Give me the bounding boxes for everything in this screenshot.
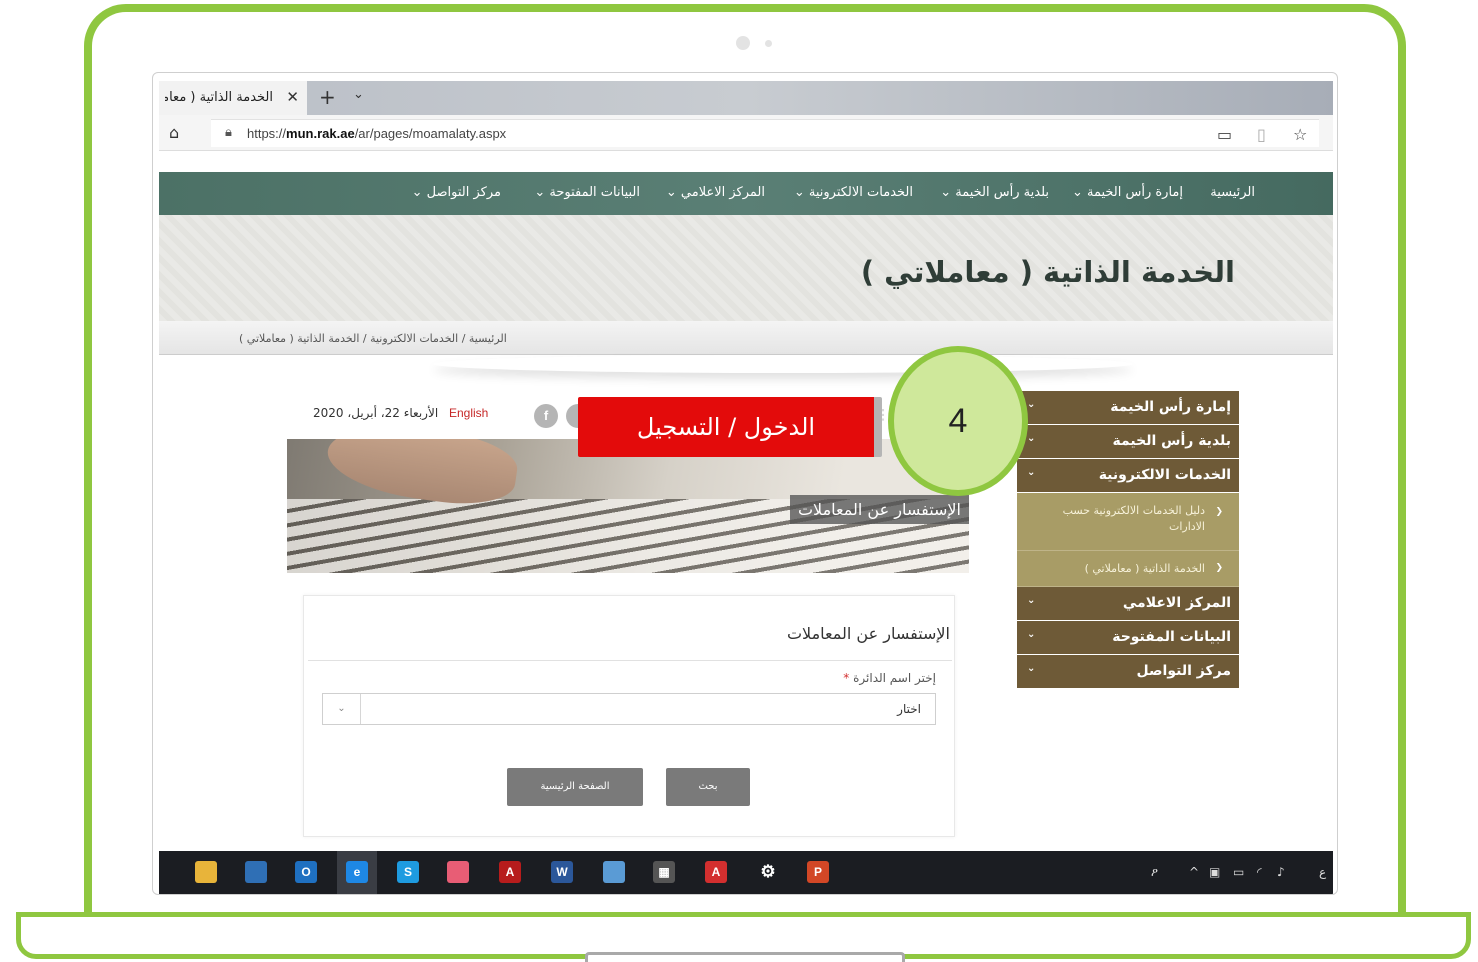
url-field[interactable]: 🔒︎ https://mun.rak.ae/ar/pages/moamalaty… — [211, 119, 1319, 147]
nav-item-home[interactable]: الرئيسية — [1210, 185, 1255, 200]
sidebar-item-media[interactable]: المركز الاعلامي ⌄ — [1017, 587, 1239, 620]
laptop-base-notch — [585, 952, 905, 962]
banner-label: الإستفسار عن المعاملات — [789, 495, 969, 524]
department-label: إختر اسم الدائرة * — [843, 671, 936, 685]
date-text: الأربعاء 22، أبريل، 2020 — [313, 406, 439, 420]
select-value: اختار — [897, 702, 921, 716]
sidebar-subitem-label: الخدمة الذاتية ( معاملاتي ) — [1084, 562, 1205, 575]
form-divider — [308, 660, 952, 661]
chevron-down-icon: ⌄ — [1027, 663, 1036, 674]
sidebar-item-opendata[interactable]: البيانات المفتوحة ⌄ — [1017, 621, 1239, 654]
skype-icon[interactable]: S — [397, 861, 419, 883]
nav-item-media[interactable]: المركز الاعلامي ⌄ — [666, 185, 765, 200]
chevron-down-icon: ⌄ — [1027, 399, 1036, 410]
reading-view-icon[interactable]: ▭ — [1217, 125, 1232, 144]
sidebar-item-municipality[interactable]: بلدية رأس الخيمة ⌄ — [1017, 425, 1239, 458]
gear-icon[interactable]: ⚙ — [757, 861, 779, 883]
required-mark: * — [843, 671, 850, 685]
step-number-badge: 4 — [888, 346, 1028, 496]
shadow-divider — [433, 355, 1133, 373]
calculator-icon[interactable]: ▦ — [653, 861, 675, 883]
acrobat-icon[interactable]: A — [499, 861, 521, 883]
sidebar-item-contact[interactable]: مركز التواصل ⌄ — [1017, 655, 1239, 688]
book-icon[interactable]: ▯ — [1257, 125, 1266, 144]
department-select[interactable]: اختار ⌄ — [322, 693, 936, 725]
login-register-callout[interactable]: الدخول / التسجيل — [578, 397, 882, 457]
taskbar: O e S A W ▦ A ⚙ P ዖ ^ ▣ ▭ ◜ ♪ ع — [159, 851, 1333, 894]
inquiry-form: الإستفسار عن المعاملات إختر اسم الدائرة … — [303, 595, 955, 837]
nav-item-opendata[interactable]: البيانات المفتوحة ⌄ — [534, 185, 640, 200]
autocad-icon[interactable]: A — [705, 861, 727, 883]
chevron-left-icon: ❮ — [1215, 507, 1223, 517]
form-title: الإستفسار عن المعاملات — [786, 624, 950, 643]
chevron-up-icon[interactable]: ^ — [1189, 865, 1199, 879]
sidebar-subitem-services-guide[interactable]: ❮ دليل الخدمات الالكترونية حسب الادارات — [1017, 493, 1239, 551]
sidebar-item-label: إمارة رأس الخيمة — [1110, 399, 1231, 415]
page-header: الخدمة الذاتية ( معاملاتي ) — [159, 215, 1333, 321]
people-icon[interactable]: ዖ — [1151, 865, 1158, 880]
file-explorer-icon[interactable] — [195, 861, 217, 883]
browser-screen: الخدمة الذاتية ( معاملاتي ) ✕ + ⌄ ⌂ 🔒︎ h… — [152, 72, 1338, 895]
url-text: https://mun.rak.ae/ar/pages/moamalaty.as… — [247, 126, 507, 141]
volume-icon[interactable]: ♪ — [1277, 865, 1285, 879]
nav-item-eservices[interactable]: الخدمات الالكترونية ⌄ — [794, 185, 913, 200]
edge-icon[interactable]: e — [346, 861, 368, 883]
new-tab-icon[interactable]: + — [319, 85, 336, 109]
star-icon[interactable]: ☆ — [1293, 125, 1307, 144]
tray-app-icon[interactable]: ▣ — [1209, 865, 1220, 879]
nav-item-municipality[interactable]: بلدية رأس الخيمة ⌄ — [940, 185, 1049, 200]
lock-icon: 🔒︎ — [225, 125, 232, 140]
main-nav: الرئيسية إمارة رأس الخيمة ⌄ بلدية رأس ال… — [159, 172, 1333, 215]
breadcrumb-bar: الرئيسية / الخدمات الالكترونية / الخدمة … — [159, 321, 1333, 355]
banner-image: الإستفسار عن المعاملات — [287, 439, 969, 573]
english-link[interactable]: English — [449, 406, 488, 420]
browser-tab[interactable]: الخدمة الذاتية ( معاملاتي ) ✕ — [159, 81, 307, 115]
sidebar-item-emirate[interactable]: إمارة رأس الخيمة ⌄ — [1017, 391, 1239, 424]
vpn-icon[interactable] — [245, 861, 267, 883]
sidebar-item-label: مركز التواصل — [1136, 663, 1231, 679]
chevron-down-icon[interactable]: ⌄ — [353, 87, 364, 102]
sidebar-item-label: الخدمات الالكترونية — [1098, 467, 1231, 483]
wifi-icon[interactable]: ◜ — [1257, 865, 1262, 879]
chevron-down-icon: ⌄ — [1027, 629, 1036, 640]
breadcrumb[interactable]: الرئيسية / الخدمات الالكترونية / الخدمة … — [239, 332, 507, 345]
address-bar: ⌂ 🔒︎ https://mun.rak.ae/ar/pages/moamala… — [159, 115, 1333, 151]
page-title: الخدمة الذاتية ( معاملاتي ) — [860, 255, 1235, 289]
sidebar-subitem-selfservice[interactable]: ❮ الخدمة الذاتية ( معاملاتي ) — [1017, 551, 1239, 587]
sidebar-subitem-label: دليل الخدمات الالكترونية حسب الادارات — [1062, 504, 1205, 533]
chevron-down-icon[interactable]: ⌄ — [323, 694, 361, 724]
sidebar-item-label: بلدية رأس الخيمة — [1112, 433, 1231, 449]
camera-indicator — [765, 40, 772, 47]
notebook-icon[interactable] — [603, 861, 625, 883]
nav-item-emirate[interactable]: إمارة رأس الخيمة ⌄ — [1072, 185, 1183, 200]
sidebar-item-label: البيانات المفتوحة — [1112, 629, 1231, 645]
chevron-down-icon: ⌄ — [1027, 467, 1036, 478]
app-icon[interactable] — [447, 861, 469, 883]
facebook-icon[interactable]: f — [534, 404, 558, 428]
battery-icon[interactable]: ▭ — [1233, 865, 1244, 879]
home-button[interactable]: الصفحة الرئيسية — [507, 768, 643, 806]
tab-title: الخدمة الذاتية ( معاملاتي ) — [165, 90, 273, 105]
close-icon[interactable]: ✕ — [286, 88, 299, 106]
sidebar-item-eservices[interactable]: الخدمات الالكترونية ⌄ — [1017, 459, 1239, 492]
chevron-down-icon: ⌄ — [1027, 595, 1036, 606]
nav-item-contact[interactable]: مركز التواصل ⌄ — [412, 185, 501, 200]
tab-bar: الخدمة الذاتية ( معاملاتي ) ✕ + ⌄ — [159, 81, 1333, 115]
search-button[interactable]: بحث — [666, 768, 750, 806]
home-icon[interactable]: ⌂ — [169, 123, 179, 142]
chevron-left-icon: ❮ — [1215, 563, 1223, 573]
camera-dot — [736, 36, 750, 50]
sidebar: إمارة رأس الخيمة ⌄ بلدية رأس الخيمة ⌄ ال… — [1017, 391, 1239, 689]
chevron-down-icon: ⌄ — [1027, 433, 1036, 444]
word-icon[interactable]: W — [551, 861, 573, 883]
sidebar-item-label: المركز الاعلامي — [1122, 595, 1231, 611]
powerpoint-icon[interactable]: P — [807, 861, 829, 883]
outlook-icon[interactable]: O — [295, 861, 317, 883]
language-indicator[interactable]: ع — [1319, 865, 1326, 879]
